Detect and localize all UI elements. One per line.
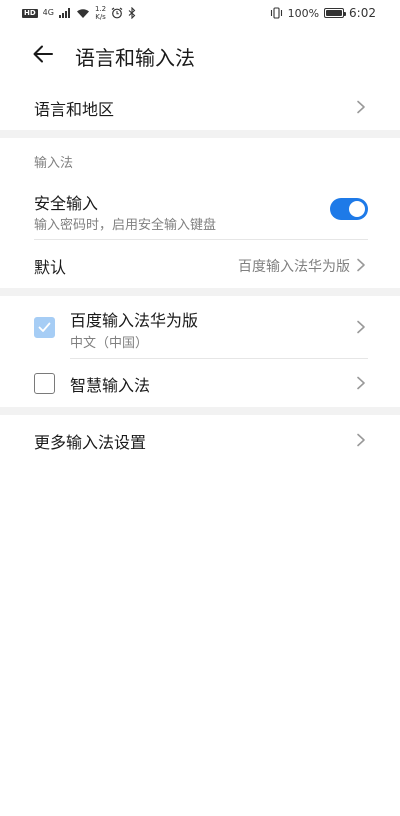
chevron-right-icon	[357, 433, 365, 447]
smart-input-checkbox[interactable]	[34, 373, 55, 394]
battery-icon	[324, 8, 347, 18]
more-input-settings-row[interactable]: 更多输入法设置	[0, 415, 400, 465]
default-value: 百度输入法华为版	[238, 259, 350, 275]
alarm-icon	[111, 7, 123, 19]
hd-badge: HD	[22, 8, 38, 18]
section-gap	[0, 407, 400, 415]
settings-screen: HD 4G 1.2 K/s 100% 6:02 语言和输入法 语言和地区 输入法…	[0, 0, 400, 816]
network-type: 4G	[42, 8, 54, 17]
wifi-icon	[76, 8, 89, 18]
chevron-right-icon	[357, 376, 365, 390]
input-method-name: 智慧输入法	[70, 376, 151, 395]
network-speed-unit: K/s	[95, 13, 106, 21]
network-speed-value: 1.2	[94, 5, 107, 13]
secure-input-label: 安全输入	[34, 194, 99, 213]
page-title: 语言和输入法	[75, 46, 195, 70]
clock: 6:02	[349, 6, 376, 20]
language-region-label: 语言和地区	[34, 100, 115, 119]
network-speed: 1.2 K/s	[95, 5, 106, 21]
chevron-right-icon	[357, 320, 365, 334]
back-arrow-icon[interactable]	[32, 43, 54, 65]
checkmark-icon	[38, 322, 51, 332]
input-method-subtitle: 中文（中国）	[70, 336, 149, 351]
signal-icon	[58, 8, 70, 18]
vibrate-icon	[270, 7, 282, 19]
section-gap	[0, 288, 400, 296]
more-settings-label: 更多输入法设置	[34, 433, 147, 452]
input-method-name: 百度输入法华为版	[70, 311, 199, 330]
battery-percent: 100%	[287, 6, 320, 20]
input-method-section-label: 输入法	[34, 156, 74, 171]
default-label: 默认	[34, 258, 67, 277]
default-input-method-row[interactable]: 默认 百度输入法华为版	[0, 240, 400, 288]
toggle-knob	[349, 201, 365, 217]
bluetooth-icon	[128, 7, 136, 19]
section-gap	[0, 130, 400, 138]
chevron-right-icon	[357, 258, 365, 272]
language-region-row[interactable]: 语言和地区	[0, 84, 400, 130]
chevron-right-icon	[357, 100, 365, 114]
secure-input-toggle[interactable]	[330, 198, 368, 220]
status-bar: HD 4G 1.2 K/s 100% 6:02	[0, 0, 400, 26]
baidu-checkbox[interactable]	[34, 317, 55, 338]
input-method-item-smart[interactable]: 智慧输入法	[0, 359, 400, 407]
secure-input-row[interactable]: 安全输入 输入密码时，启用安全输入键盘	[0, 180, 400, 238]
secure-input-description: 输入密码时，启用安全输入键盘	[34, 218, 217, 233]
app-bar: 语言和输入法	[0, 28, 400, 80]
input-method-item-baidu[interactable]: 百度输入法华为版 中文（中国）	[0, 298, 400, 358]
